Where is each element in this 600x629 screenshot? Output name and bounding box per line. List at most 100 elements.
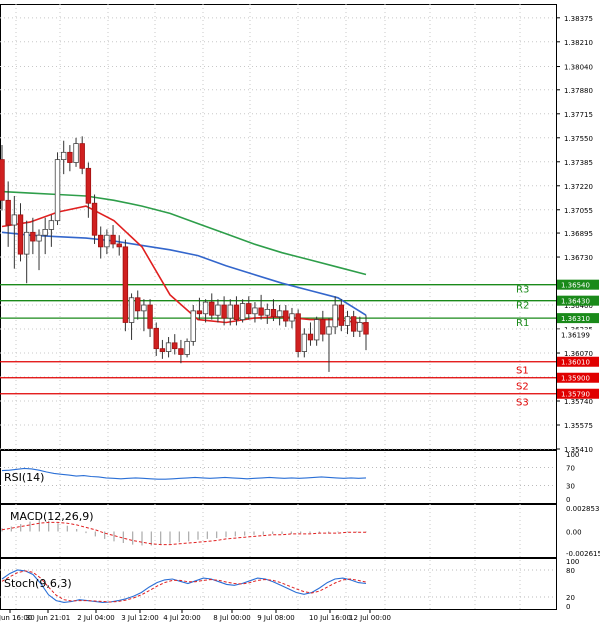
candle-body [54,159,61,222]
candle-body [246,303,252,315]
candle-body [270,308,277,318]
current-price-label: 1.36199 [561,331,590,339]
stoch-tick-label: 100 [566,558,579,566]
stoch-tick-label: 0 [566,603,570,611]
candle-body [135,297,141,312]
macd-tick-label: 0.002853 [566,505,599,513]
candle-body [320,319,326,335]
candle-body [209,301,215,316]
time-tick-label: 3 Jul 12:00 [121,614,159,622]
candle [190,305,196,346]
candle-body [23,231,30,255]
candle-body [85,167,92,204]
price-tick-label: 1.37715 [564,111,593,119]
time-tick-label: 2 Jul 04:00 [77,614,115,622]
price-tick-label: 1.38375 [564,15,593,23]
time-tick-label: 30 Jun 21:01 [26,614,70,622]
candle-body [67,151,73,163]
candle-body [276,310,283,318]
price-tick-label: 1.38210 [564,39,593,47]
price-tick-label: 1.38040 [564,64,593,72]
level-label-r2: R2 [516,301,529,312]
candle-body [202,301,209,315]
candle-body [178,348,184,355]
candle-body [116,243,122,248]
rsi-tick-label: 70 [566,465,575,473]
panel-frame [0,450,557,504]
candle-body [252,307,258,315]
level-label-s1: S1 [516,366,529,377]
level-price-label: 1.35900 [561,375,590,383]
rsi-tick-label: 0 [566,496,570,504]
candle-body [147,304,153,329]
candle-body [332,304,338,328]
candle-body [344,316,351,326]
candle-body [5,199,11,226]
price-tick-label: 1.37880 [564,87,593,95]
candle-body [301,333,308,352]
candle-body [264,308,270,316]
level-label-s2: S2 [516,382,529,393]
candle-body [17,214,24,255]
candle-body [338,304,345,326]
candle [122,239,129,332]
stoch-tick-label: 20 [566,594,575,602]
stoch-label: Stoch(9,6,3) [4,577,72,590]
candle-body [30,231,36,242]
time-tick-label: 4 Jul 20:00 [163,614,201,622]
candle-body [221,304,227,319]
rsi-tick-label: 30 [566,483,575,491]
candle-body [159,348,166,352]
macd-label: MACD(12,26,9) [10,510,94,523]
macd-tick-label: 0.00 [566,528,582,536]
candle [295,309,301,358]
level-label-r1: R1 [516,318,529,329]
candle-body [153,327,159,350]
candle-body [233,304,240,320]
candle [54,152,61,226]
candle-body [79,143,85,169]
rsi-tick-label: 100 [566,451,579,459]
candle-body [215,304,221,316]
price-tick-label: 1.37550 [564,135,593,143]
macd-tick-label: -0.002615 [566,550,600,558]
candle-body [73,143,79,163]
price-tick-label: 1.37385 [564,159,593,167]
candle-body [357,322,363,332]
time-tick-label: 12 Jul 00:00 [349,614,391,622]
candle [184,338,190,358]
price-tick-label: 1.36730 [564,254,593,262]
candle-body [60,151,67,161]
candle-body [110,234,116,245]
forex-chart: 1.38375 1.38210 1.38040 1.37880 1.37715 1.375… [0,0,600,625]
candle-body [36,234,42,242]
candle-body [0,159,5,201]
price-tick-label: 1.35740 [564,398,593,406]
candle-body [48,220,55,230]
candle-body [91,202,98,236]
level-price-label: 1.36010 [561,359,590,367]
price-tick-label: 1.37220 [564,183,593,191]
candle-body [295,313,301,352]
candle-body [42,229,48,236]
candle-body [98,234,104,248]
price-tick-label: 1.36895 [564,230,593,238]
panel-frame [0,4,557,450]
candle-body [307,333,314,341]
candle-body [258,307,264,316]
stoch-tick-label: 80 [566,567,575,575]
candle-body [11,214,18,226]
candle-body [172,342,178,350]
candle-body [326,326,332,335]
candle-body [196,310,203,315]
candle-body [141,304,147,312]
level-price-label: 1.36310 [561,315,590,323]
chart-svg: 1.38375 1.38210 1.38040 1.37880 1.37715 1.375… [0,4,600,622]
time-tick-label: 10 Jul 16:00 [309,614,351,622]
level-price-label: 1.35790 [561,391,590,399]
candle-body [104,234,110,248]
level-price-label: 1.36540 [561,282,590,290]
rsi-label: RSI(14) [4,471,44,484]
candle-body [283,310,289,322]
candle-body [289,313,295,322]
